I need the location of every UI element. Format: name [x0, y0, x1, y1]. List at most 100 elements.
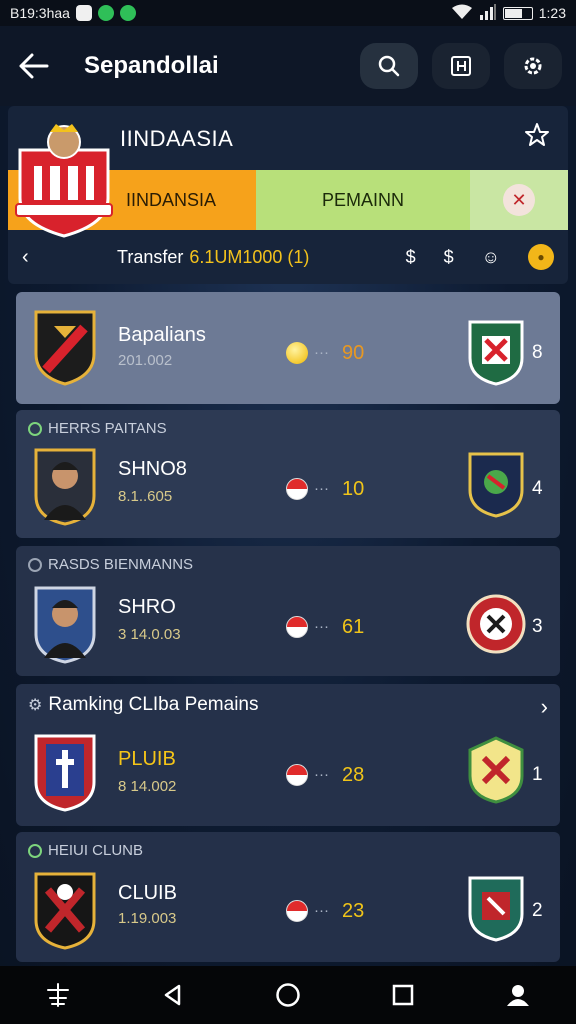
rank-number: 3 [532, 616, 543, 637]
section-label-text: HERRS PAITANS [48, 420, 167, 437]
bottom-nav [0, 966, 576, 1024]
star-icon [525, 123, 549, 146]
wifi-icon [451, 4, 473, 23]
player-score: 28 [342, 764, 365, 786]
separator-dots: ··· [314, 344, 329, 361]
club-badge-icon [468, 320, 524, 386]
rank-number: 2 [532, 900, 543, 921]
calendar-button[interactable] [432, 43, 490, 89]
club-badge-icon [468, 876, 524, 942]
battery-icon [502, 6, 533, 20]
player-value: 201.002 [118, 352, 173, 369]
separator-dots: ··· [314, 618, 329, 635]
transfer-row: ‹ Transfer 6.1UM1000 (1) $ $ ☺ ● [8, 234, 568, 280]
search-button[interactable] [360, 43, 418, 89]
team-crest-icon [15, 124, 113, 238]
ranking-card[interactable]: HERRS PAITANS SHNO8 8.1..605 ··· 10 4 [16, 410, 560, 538]
club-crest-icon [34, 872, 96, 950]
transfer-label: Transfer [117, 246, 184, 267]
player-avatar [34, 586, 96, 664]
separator-dots: ··· [314, 902, 329, 919]
app-notification-icon [97, 5, 114, 21]
page-title: Sepandollai [84, 52, 219, 79]
ranking-card[interactable]: HEIUI CLUNB CLUIB 1.19.003 ··· 23 2 [16, 832, 560, 962]
flag-icon [286, 764, 308, 786]
check-icon [28, 843, 42, 858]
triangle-back-icon [164, 984, 181, 1006]
tab-extra[interactable]: ✕ [470, 170, 568, 230]
transfer-value: 6.1UM1000 (1) [189, 246, 310, 267]
player-score: 10 [342, 478, 365, 500]
emoji-icon[interactable]: ☺ [482, 247, 500, 268]
status-bar: B19:3haa 1:23 [0, 0, 576, 26]
club-badge-icon [468, 736, 524, 804]
flag-icon [286, 478, 308, 500]
search-icon [378, 55, 400, 77]
section-label: RASDS BIENMANNS [28, 556, 193, 573]
player-score: 23 [342, 900, 365, 922]
team-header-card: IINDAASIA IINDANSIA PEMAINN ✕ ‹ Transfer… [8, 106, 568, 284]
circle-icon [28, 557, 42, 572]
chevron-right-icon[interactable]: › [541, 694, 548, 720]
rank-number: 1 [532, 764, 543, 785]
ranking-card[interactable]: RASDS BIENMANNS SHRO 3 14.0.03 ··· 61 3 [16, 546, 560, 676]
section-label-text: Ramking CLIba Pemains [48, 694, 259, 715]
user-icon [507, 985, 530, 1006]
player-value: 8.1..605 [118, 488, 173, 505]
player-name: SHRO [118, 596, 176, 618]
section-label: ⚙ Ramking CLIba Pemains [28, 694, 259, 716]
ranking-card[interactable]: ⚙ Ramking CLIba Pemains › PLUIB 8 14.002… [16, 684, 560, 826]
club-badge-icon [466, 594, 526, 654]
check-icon [28, 421, 42, 436]
ranking-icon: ⚙ [28, 697, 43, 714]
club-badge-icon [468, 452, 524, 518]
flag-icon [286, 616, 308, 638]
rank-number: 4 [532, 478, 543, 499]
coin-icon [286, 342, 308, 364]
dollar-icon[interactable]: $ [406, 247, 416, 268]
chevron-left-icon[interactable]: ‹ [22, 246, 62, 269]
back-button[interactable] [14, 46, 54, 86]
circle-home-icon [276, 983, 300, 1007]
player-value: 1.19.003 [118, 910, 177, 927]
player-score: 90 [342, 342, 365, 364]
player-avatar [34, 448, 96, 526]
nav-game-button[interactable] [33, 970, 83, 1020]
team-name: IINDAASIA [120, 126, 234, 151]
ranking-card[interactable]: Bapalians 201.002 ··· 90 8 [16, 292, 560, 404]
team-badge-icon: ✕ [503, 184, 535, 216]
tab-players[interactable]: PEMAINN [256, 170, 470, 230]
gear-icon [524, 57, 542, 75]
gamepad-icon [46, 983, 69, 1007]
nav-profile-button[interactable] [493, 970, 543, 1020]
status-time: 1:23 [538, 5, 566, 21]
nav-home-button[interactable] [263, 970, 313, 1020]
dollar-alt-icon[interactable]: $ [444, 247, 454, 268]
arrow-left-icon [19, 53, 49, 79]
signal-icon [479, 3, 497, 23]
player-value: 3 14.0.03 [118, 626, 181, 643]
separator-dots: ··· [314, 766, 329, 783]
section-label-text: RASDS BIENMANNS [48, 556, 194, 573]
status-left-text: B19:3haa [10, 5, 70, 21]
nav-recents-button[interactable] [378, 970, 428, 1020]
player-name: CLUIB [118, 882, 177, 904]
separator-dots: ··· [314, 480, 329, 497]
notification-icon [75, 5, 92, 21]
app-bar: Sepandollai [0, 26, 576, 106]
club-crest-icon [34, 734, 96, 812]
favorite-button[interactable] [524, 122, 550, 155]
player-name: PLUIB [118, 748, 176, 770]
settings-button[interactable] [504, 43, 562, 89]
section-label: HERRS PAITANS [28, 420, 167, 437]
coin-icon[interactable]: ● [528, 244, 554, 270]
calendar-icon [451, 56, 471, 76]
section-label-text: HEIUI CLUNB [48, 842, 144, 859]
nav-back-button[interactable] [148, 970, 198, 1020]
square-recents-icon [392, 984, 414, 1006]
player-name: Bapalians [118, 324, 206, 346]
player-name: SHNO8 [118, 458, 187, 480]
player-value: 8 14.002 [118, 778, 177, 795]
flag-icon [286, 900, 308, 922]
club-crest-icon [34, 310, 96, 386]
